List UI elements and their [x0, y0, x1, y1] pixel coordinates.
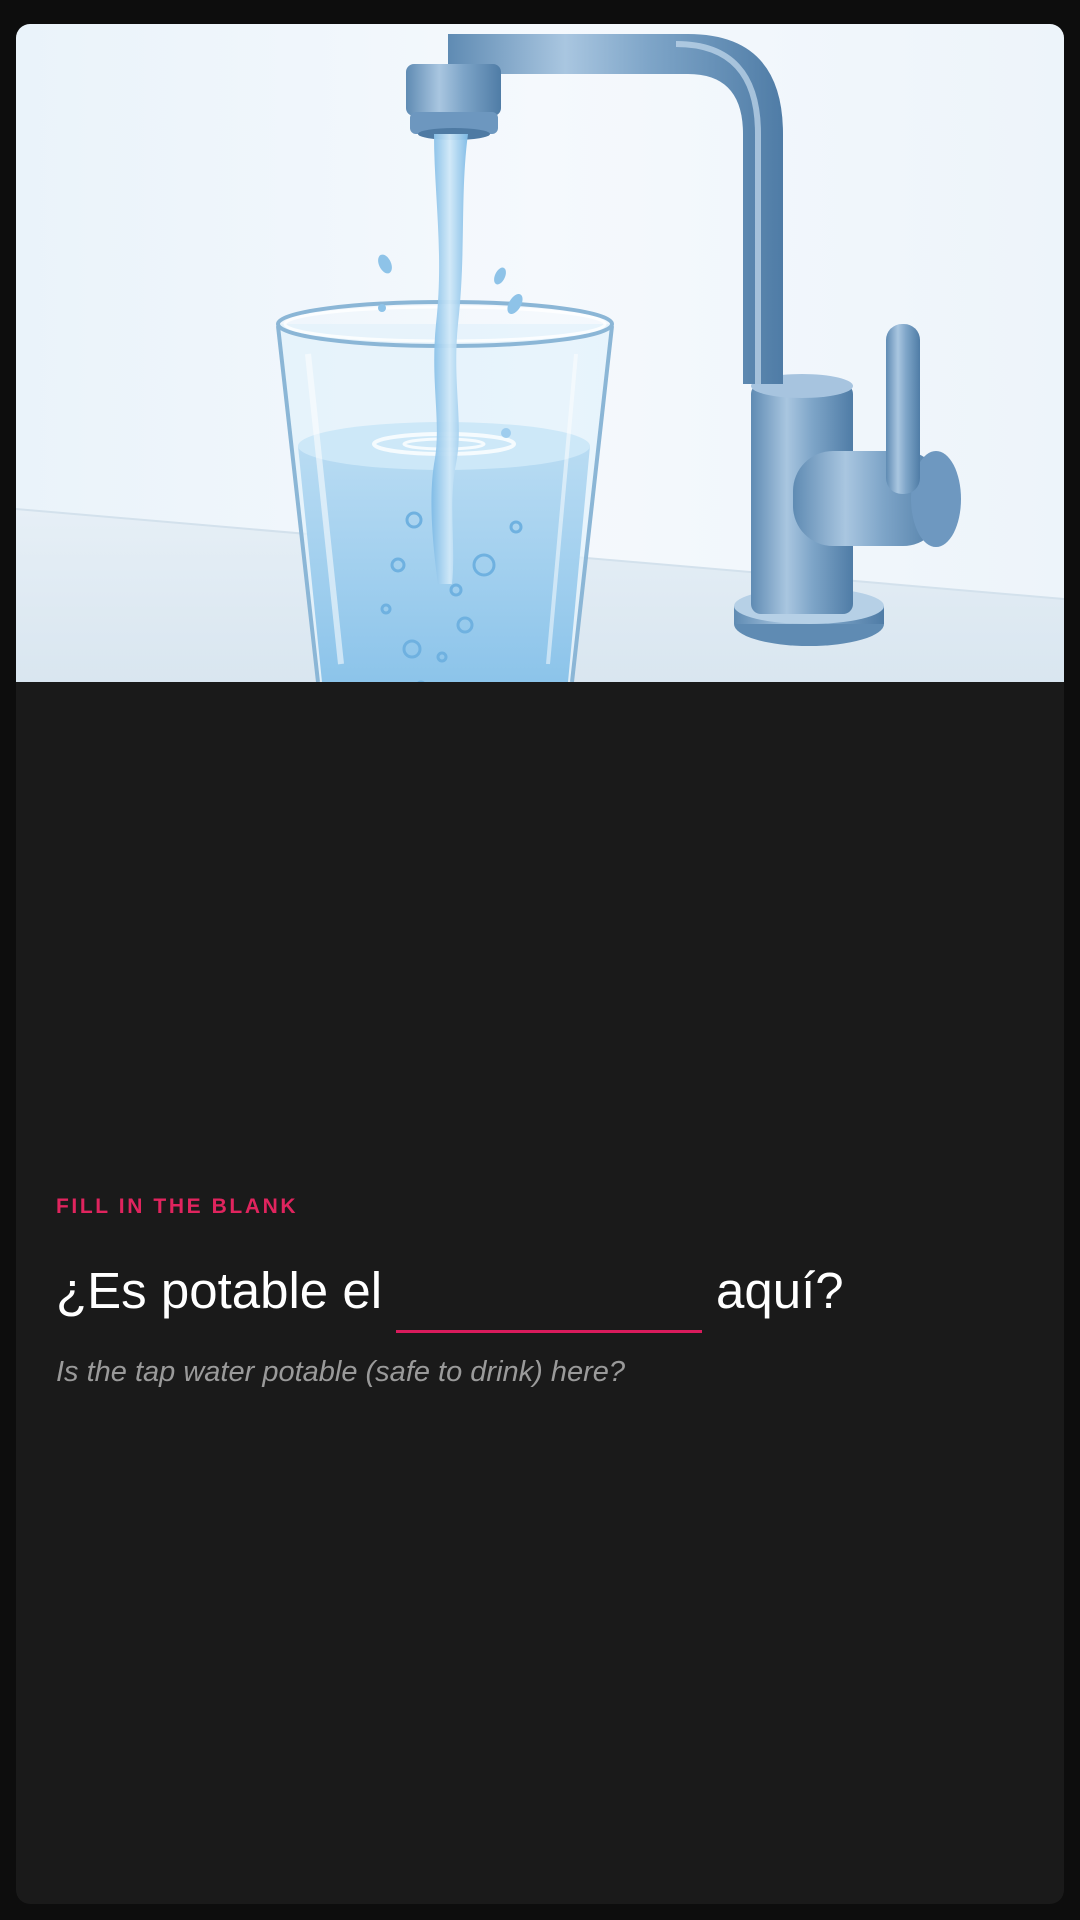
- sentence-before: ¿Es potable el: [56, 1261, 383, 1319]
- exercise-content: FILL IN THE BLANK ¿Es potable el aquí? I…: [56, 1196, 1024, 1390]
- exercise-sentence: ¿Es potable el aquí?: [56, 1254, 1024, 1333]
- translation-hint: Is the tap water potable (safe to drink)…: [56, 1356, 626, 1388]
- answer-blank-input[interactable]: [396, 1268, 703, 1333]
- exercise-type-label: FILL IN THE BLANK: [56, 1195, 299, 1218]
- water-glass-and-faucet-illustration: [16, 24, 1064, 682]
- sentence-after: aquí?: [716, 1261, 844, 1319]
- exercise-card: FILL IN THE BLANK ¿Es potable el aquí? I…: [16, 24, 1064, 1904]
